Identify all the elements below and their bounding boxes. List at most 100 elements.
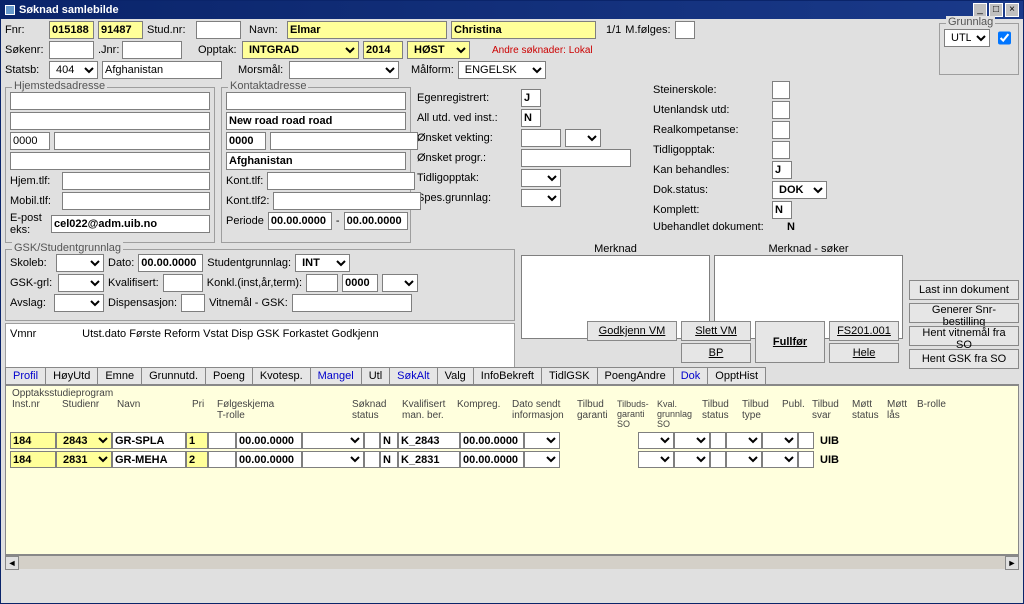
konttlf-input[interactable] (267, 172, 415, 190)
kontakt-line1[interactable] (226, 92, 406, 110)
malform-select[interactable]: ENGELSK (458, 61, 546, 79)
row-mottstatus[interactable] (762, 432, 798, 449)
row-mottlas[interactable] (798, 432, 814, 449)
row-tilbudsvar[interactable] (726, 451, 762, 468)
row-soknad-status[interactable] (302, 451, 364, 468)
fnr2-input[interactable] (98, 21, 143, 39)
tab-høyutd[interactable]: HøyUtd (45, 367, 98, 384)
opptak-sem-select[interactable]: HØST (407, 41, 470, 59)
vitnemal-input[interactable] (292, 294, 412, 312)
hjemsted-country[interactable] (10, 152, 210, 170)
hjemsted-line2[interactable] (10, 112, 210, 130)
row-datosendt[interactable] (460, 432, 524, 449)
hjemsted-line1[interactable] (10, 92, 210, 110)
row-inst[interactable] (10, 432, 56, 449)
onsketvekting-input[interactable] (521, 129, 561, 147)
skoleb-select[interactable] (56, 254, 104, 272)
close-button[interactable]: × (1005, 3, 1019, 17)
row-folgeskjema-dato[interactable] (236, 432, 302, 449)
row-tilbudstatus[interactable] (638, 432, 674, 449)
kontakt-city[interactable] (270, 132, 418, 150)
gskgrl-select[interactable] (58, 274, 104, 292)
kvalifisert-input[interactable] (163, 274, 203, 292)
steinerskole-input[interactable] (772, 81, 790, 99)
row-publ[interactable] (710, 432, 726, 449)
periode-to[interactable] (344, 212, 408, 230)
hent-gsk-button[interactable]: Hent GSK fra SO (909, 349, 1019, 369)
konkl-term[interactable] (382, 274, 418, 292)
hele-button[interactable]: Hele (829, 343, 899, 363)
spesgrunnlag-sel[interactable] (521, 189, 561, 207)
konkl-inst[interactable] (306, 274, 338, 292)
onsketvekting-sel[interactable] (565, 129, 601, 147)
row-tilbudtype[interactable] (674, 451, 710, 468)
row-tilbudtype[interactable] (674, 432, 710, 449)
egenreg-input[interactable] (521, 89, 541, 107)
kontakt-country[interactable] (226, 152, 406, 170)
tab-kvotesp.[interactable]: Kvotesp. (252, 367, 311, 384)
kontakt-zip[interactable] (226, 132, 266, 150)
row-kompreg[interactable] (398, 432, 460, 449)
row-mottstatus[interactable] (762, 451, 798, 468)
studnr-input[interactable] (196, 21, 241, 39)
morsmal-select[interactable] (289, 61, 399, 79)
tab-dok[interactable]: Dok (673, 367, 709, 384)
tab-søkalt[interactable]: SøkAlt (389, 367, 437, 384)
hjemtlf-input[interactable] (62, 172, 210, 190)
dispensasjon-input[interactable] (181, 294, 205, 312)
mobiltlf-input[interactable] (62, 192, 210, 210)
onsketprogr-input[interactable] (521, 149, 631, 167)
realkompetanse-input[interactable] (772, 121, 790, 139)
bp-button[interactable]: BP (681, 343, 751, 363)
kanbehandles-input[interactable] (772, 161, 792, 179)
minimize-button[interactable]: _ (973, 3, 987, 17)
scroll-left-icon[interactable]: ◄ (5, 556, 19, 570)
maximize-button[interactable]: □ (989, 3, 1003, 17)
tidligopptak-sel[interactable] (521, 169, 561, 187)
tab-valg[interactable]: Valg (437, 367, 474, 384)
grunnlag-select[interactable]: UTL (944, 29, 990, 47)
row-publ[interactable] (710, 451, 726, 468)
tab-poengandre[interactable]: PoengAndre (597, 367, 674, 384)
tab-oppthist[interactable]: OpptHist (707, 367, 766, 384)
hent-vitnemal-button[interactable]: Hent vitnemål fra SO (909, 326, 1019, 346)
studentgrunnlag-select[interactable]: INT (295, 254, 350, 272)
hjemsted-city[interactable] (54, 132, 210, 150)
row-tilbudgaranti[interactable] (524, 451, 560, 468)
slett-vm-button[interactable]: Slett VM (681, 321, 751, 341)
row-pri[interactable] (186, 432, 208, 449)
godkjenn-vm-button[interactable]: Godkjenn VM (587, 321, 677, 341)
row-navn[interactable] (112, 432, 186, 449)
row-tilbudstatus[interactable] (638, 451, 674, 468)
komplett-input[interactable] (772, 201, 792, 219)
dokstatus-select[interactable]: DOK (772, 181, 827, 199)
scroll-right-icon[interactable]: ► (1005, 556, 1019, 570)
periode-from[interactable] (268, 212, 332, 230)
row-datosendt[interactable] (460, 451, 524, 468)
row-tilbudsvar[interactable] (726, 432, 762, 449)
navn-first-input[interactable] (287, 21, 447, 39)
row-inst[interactable] (10, 451, 56, 468)
row-studienr[interactable]: 2831 (56, 451, 112, 468)
dato-input[interactable] (138, 254, 203, 272)
tab-mangel[interactable]: Mangel (310, 367, 362, 384)
row-folgeskjema-dato[interactable] (236, 451, 302, 468)
horizontal-scrollbar[interactable]: ◄ ► (5, 555, 1019, 569)
fnr1-input[interactable] (49, 21, 94, 39)
tab-emne[interactable]: Emne (97, 367, 142, 384)
row-trolle[interactable] (208, 432, 236, 449)
row-studienr[interactable]: 2843 (56, 432, 112, 449)
tab-utl[interactable]: Utl (361, 367, 390, 384)
navn-last-input[interactable] (451, 21, 596, 39)
mfolges-input[interactable] (675, 21, 695, 39)
epost-input[interactable] (51, 215, 210, 233)
konkl-year[interactable] (342, 274, 378, 292)
row-mottlas[interactable] (798, 451, 814, 468)
tidligopptak2-input[interactable] (772, 141, 790, 159)
row-soknad-status[interactable] (302, 432, 364, 449)
generer-button[interactable]: Generer Snr-bestilling (909, 303, 1019, 323)
fs201-button[interactable]: FS201.001 (829, 321, 899, 341)
row-ber[interactable] (380, 432, 398, 449)
utenlandsk-input[interactable] (772, 101, 790, 119)
kontakt-line2[interactable] (226, 112, 406, 130)
